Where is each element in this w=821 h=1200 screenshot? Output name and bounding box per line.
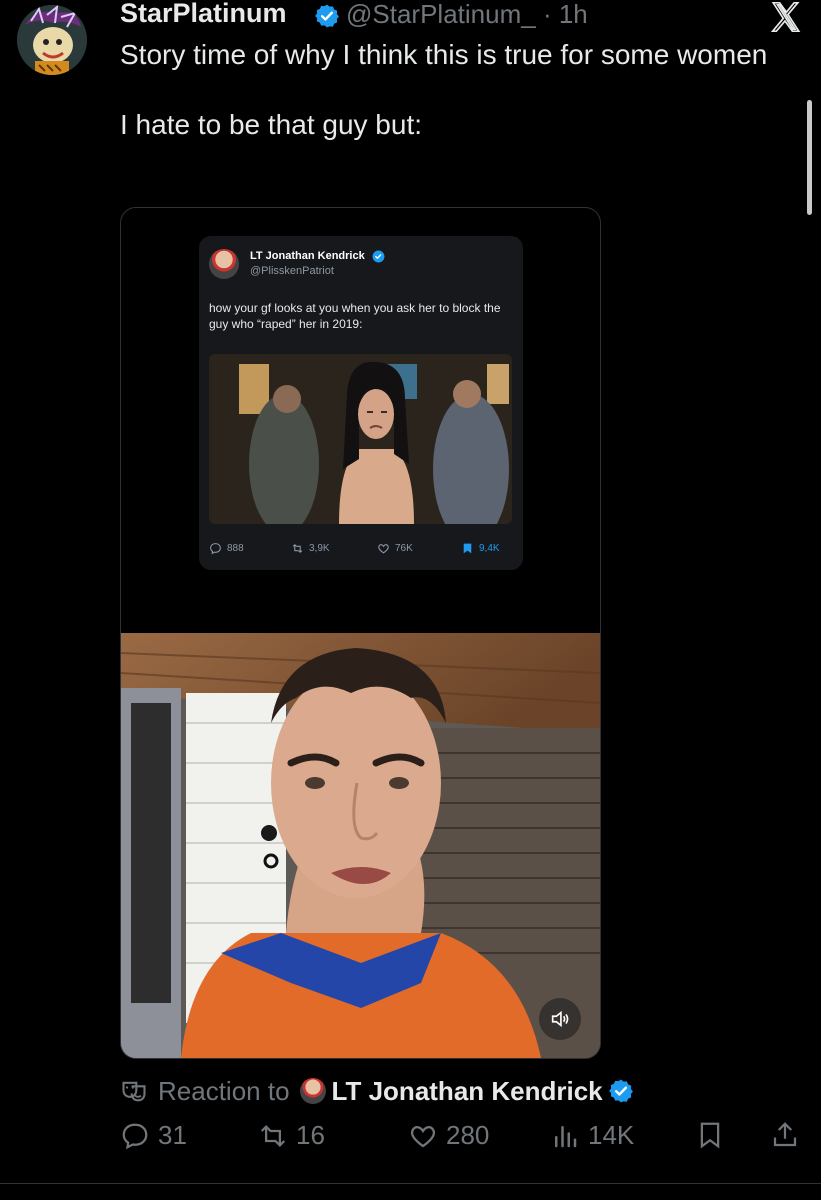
author-name[interactable]: StarPlatinum xyxy=(120,0,287,29)
author-handle[interactable]: @StarPlatinum_ xyxy=(346,0,536,29)
close-x-icon[interactable] xyxy=(769,0,803,34)
repost-count: 16 xyxy=(296,1120,325,1150)
embedded-author-name: LT Jonathan Kendrick xyxy=(250,250,365,262)
repost-icon xyxy=(292,543,303,554)
like-button[interactable]: 280 xyxy=(408,1120,489,1151)
reaction-label: Reaction to xyxy=(158,1075,290,1106)
embedded-likes: 76K xyxy=(377,542,413,555)
heart-icon xyxy=(378,544,389,554)
reaction-avatar xyxy=(299,1078,326,1104)
author-handle-time: @StarPlatinum_ · 1h xyxy=(346,0,588,30)
heart-icon xyxy=(410,1125,436,1147)
like-count: 280 xyxy=(446,1120,490,1150)
tweet-text-line: I hate to be that guy but: xyxy=(120,109,422,140)
share-icon xyxy=(773,1122,797,1147)
masks-icon xyxy=(122,1081,146,1102)
bookmark-filled-icon xyxy=(463,543,472,554)
speaker-icon xyxy=(551,1010,569,1028)
embedded-bookmarks: 9,4K xyxy=(461,542,500,555)
tweet-text: Story time of why I think this is true f… xyxy=(120,37,770,142)
embedded-reposts: 3,9K xyxy=(291,542,330,555)
share-button[interactable] xyxy=(770,1120,800,1150)
repost-button[interactable]: 16 xyxy=(258,1120,325,1151)
reaction-author-name[interactable]: LT Jonathan Kendrick xyxy=(332,1076,603,1107)
views-count: 14K xyxy=(588,1120,635,1150)
bookmark-button[interactable] xyxy=(695,1120,725,1150)
embedded-tweet-screenshot: LT Jonathan Kendrick @PlisskenPatriot ho… xyxy=(199,236,523,570)
action-bar: 31 16 280 14K xyxy=(120,1120,805,1158)
embedded-likes-count: 76K xyxy=(395,543,413,554)
embedded-verified-icon xyxy=(372,250,385,263)
embedded-bookmarks-count: 9,4K xyxy=(479,543,500,554)
embedded-tweet-text: how your gf looks at you when you ask he… xyxy=(209,301,501,331)
embedded-action-bar: 888 3,9K 76K 9,4K xyxy=(209,542,513,558)
embedded-replies-count: 888 xyxy=(227,543,244,554)
cartoon-avatar-icon xyxy=(17,5,87,75)
repost-icon xyxy=(260,1124,286,1147)
video-player[interactable] xyxy=(121,633,600,1058)
reply-count: 31 xyxy=(158,1120,187,1150)
embedded-author-avatar xyxy=(209,249,239,279)
reply-button[interactable]: 31 xyxy=(120,1120,187,1151)
post-time[interactable]: 1h xyxy=(559,0,588,29)
embedded-author-handle: @PlisskenPatriot xyxy=(250,265,334,277)
bookmark-icon xyxy=(700,1122,720,1149)
reaction-verified-icon xyxy=(608,1079,633,1103)
embedded-reposts-count: 3,9K xyxy=(309,543,330,554)
volume-button[interactable] xyxy=(539,998,581,1040)
embedded-photo xyxy=(209,354,512,524)
scrollbar[interactable] xyxy=(807,100,812,215)
tweet-text-line: Story time of why I think this is true f… xyxy=(120,39,768,70)
separator-dot: · xyxy=(542,0,552,29)
media-card[interactable]: LT Jonathan Kendrick @PlisskenPatriot ho… xyxy=(120,207,601,1059)
views-button[interactable]: 14K xyxy=(550,1120,634,1151)
author-avatar[interactable] xyxy=(17,5,87,75)
verified-badge-icon xyxy=(315,4,339,28)
divider xyxy=(0,1183,821,1184)
reaction-context[interactable]: Reaction to LT Jonathan Kendrick xyxy=(120,1073,634,1109)
reply-icon xyxy=(210,543,221,555)
embedded-replies: 888 xyxy=(209,542,244,555)
reply-icon xyxy=(122,1123,148,1149)
video-frame xyxy=(121,633,600,1058)
views-chart-icon xyxy=(555,1125,577,1147)
